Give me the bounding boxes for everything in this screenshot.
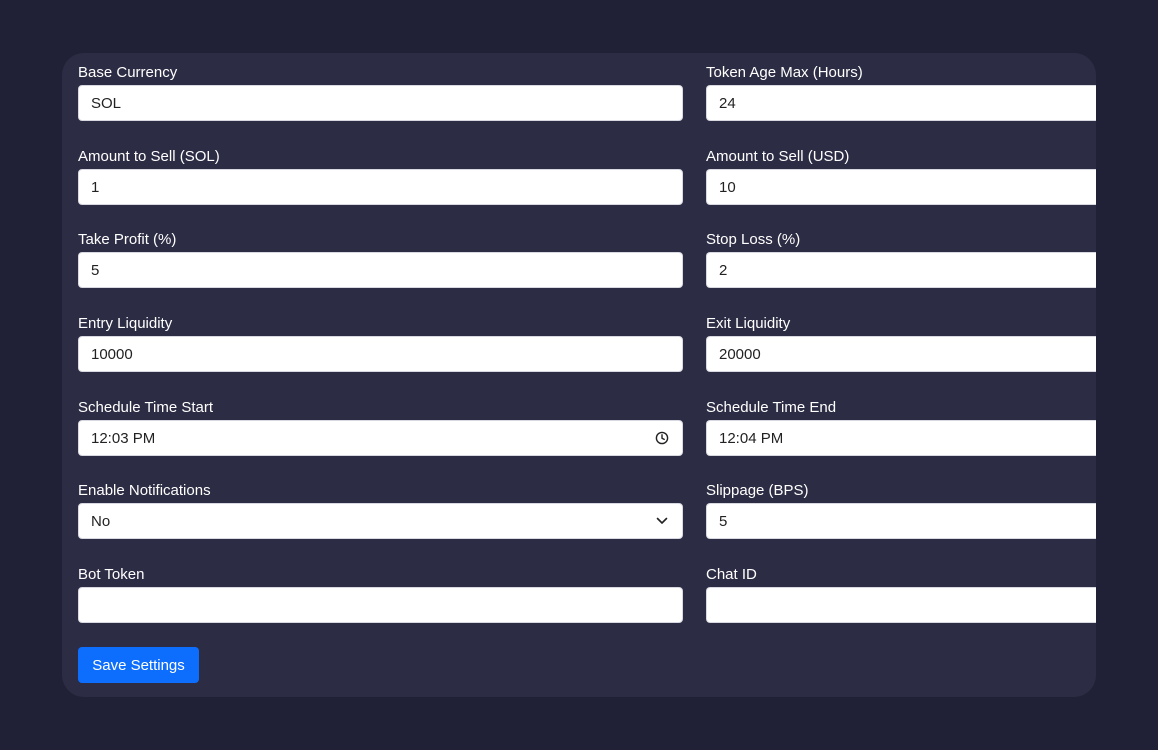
amount-sell-sol-label: Amount to Sell (SOL) bbox=[78, 148, 220, 165]
slippage-label: Slippage (BPS) bbox=[706, 482, 809, 499]
stop-loss-input[interactable]: 2 bbox=[706, 252, 1096, 288]
schedule-end-input[interactable]: 12:04 PM bbox=[706, 420, 1096, 456]
clock-icon[interactable] bbox=[654, 430, 670, 446]
token-age-max-value: 24 bbox=[719, 94, 736, 112]
base-currency-field: Base Currency SOL bbox=[78, 64, 683, 121]
schedule-start-label: Schedule Time Start bbox=[78, 399, 214, 416]
slippage-input[interactable]: 5 bbox=[706, 503, 1096, 539]
base-currency-label: Base Currency bbox=[78, 64, 178, 81]
amount-sell-sol-value: 1 bbox=[91, 178, 100, 196]
entry-liquidity-input[interactable]: 10000 bbox=[78, 336, 683, 372]
settings-card: Base Currency SOL Token Age Max (Hours) … bbox=[62, 53, 1096, 697]
entry-liquidity-value: 10000 bbox=[91, 345, 133, 363]
amount-sell-usd-input[interactable]: 10 bbox=[706, 169, 1096, 205]
token-age-max-label: Token Age Max (Hours) bbox=[706, 64, 863, 81]
amount-sell-usd-field: Amount to Sell (USD) 10 bbox=[706, 148, 1096, 205]
chat-id-label: Chat ID bbox=[706, 566, 757, 583]
save-settings-button[interactable]: Save Settings bbox=[78, 647, 199, 683]
exit-liquidity-label: Exit Liquidity bbox=[706, 315, 791, 332]
take-profit-field: Take Profit (%) 5 bbox=[78, 231, 683, 288]
slippage-value: 5 bbox=[719, 512, 728, 530]
stop-loss-label: Stop Loss (%) bbox=[706, 231, 801, 248]
schedule-end-value: 12:04 PM bbox=[719, 429, 784, 447]
amount-sell-sol-field: Amount to Sell (SOL) 1 bbox=[78, 148, 683, 205]
schedule-start-field: Schedule Time Start 12:03 PM bbox=[78, 399, 683, 456]
slippage-field: Slippage (BPS) 5 bbox=[706, 482, 1096, 539]
bot-token-input[interactable] bbox=[78, 587, 683, 623]
chevron-down-icon bbox=[654, 513, 670, 529]
token-age-max-field: Token Age Max (Hours) 24 bbox=[706, 64, 1096, 121]
schedule-start-value: 12:03 PM bbox=[91, 429, 156, 447]
enable-notifications-label: Enable Notifications bbox=[78, 482, 211, 499]
base-currency-value: SOL bbox=[91, 94, 122, 112]
enable-notifications-value: No bbox=[91, 512, 111, 530]
schedule-start-input[interactable]: 12:03 PM bbox=[78, 420, 683, 456]
entry-liquidity-field: Entry Liquidity 10000 bbox=[78, 315, 683, 372]
enable-notifications-field: Enable Notifications No bbox=[78, 482, 683, 539]
chat-id-field: Chat ID bbox=[706, 566, 1096, 623]
base-currency-input[interactable]: SOL bbox=[78, 85, 683, 121]
stop-loss-field: Stop Loss (%) 2 bbox=[706, 231, 1096, 288]
exit-liquidity-value: 20000 bbox=[719, 345, 761, 363]
schedule-end-label: Schedule Time End bbox=[706, 399, 837, 416]
exit-liquidity-input[interactable]: 20000 bbox=[706, 336, 1096, 372]
bot-token-field: Bot Token bbox=[78, 566, 683, 623]
amount-sell-usd-label: Amount to Sell (USD) bbox=[706, 148, 850, 165]
token-age-max-input[interactable]: 24 bbox=[706, 85, 1096, 121]
enable-notifications-select[interactable]: No bbox=[78, 503, 683, 539]
take-profit-input[interactable]: 5 bbox=[78, 252, 683, 288]
amount-sell-sol-input[interactable]: 1 bbox=[78, 169, 683, 205]
schedule-end-field: Schedule Time End 12:04 PM bbox=[706, 399, 1096, 456]
take-profit-label: Take Profit (%) bbox=[78, 231, 177, 248]
stop-loss-value: 2 bbox=[719, 261, 728, 279]
take-profit-value: 5 bbox=[91, 261, 100, 279]
chat-id-input[interactable] bbox=[706, 587, 1096, 623]
exit-liquidity-field: Exit Liquidity 20000 bbox=[706, 315, 1096, 372]
bot-token-label: Bot Token bbox=[78, 566, 145, 583]
entry-liquidity-label: Entry Liquidity bbox=[78, 315, 173, 332]
amount-sell-usd-value: 10 bbox=[719, 178, 736, 196]
